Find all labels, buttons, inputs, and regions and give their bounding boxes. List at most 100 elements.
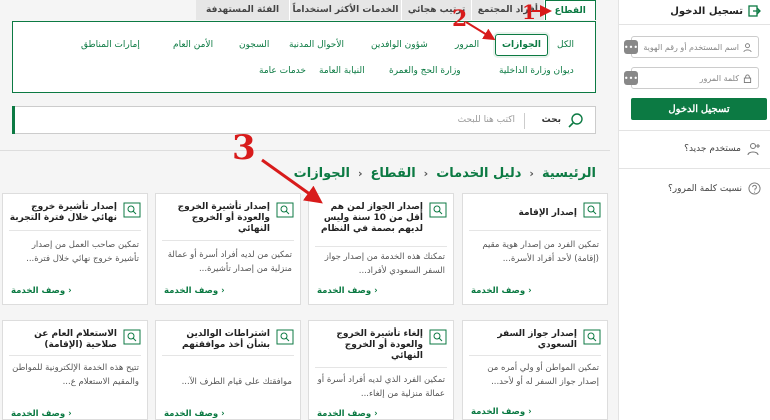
service-card-parents-consent[interactable]: اشتراطات الوالدين بشأن أخذ موافقتهم مواف… — [155, 320, 301, 420]
details-label: وصف الخدمة — [11, 409, 66, 419]
more-dots-icon[interactable]: ••• — [624, 71, 638, 85]
annotation-number-2: 2 — [452, 6, 468, 32]
service-search-icon — [429, 202, 447, 218]
breadcrumb-separator: › — [529, 167, 534, 180]
service-card-iqama-validity[interactable]: الاستعلام العام عن صلاحية (الإقامة) تتيح… — [2, 320, 148, 420]
service-search-icon — [276, 329, 294, 345]
new-user-link[interactable]: مستخدم جديد؟ — [684, 142, 761, 156]
details-label: وصف الخدمة — [11, 286, 66, 296]
forgot-label: نسيت كلمة المرور؟ — [668, 183, 742, 194]
filter-tabs: القطاع أفراد المجتمع ترتيب هجائي الخدمات… — [195, 0, 596, 20]
breadcrumb-home[interactable]: الرئيسية — [542, 166, 596, 181]
annotation-number-3: 3 — [232, 128, 256, 168]
password-placeholder: كلمة المرور — [699, 73, 739, 83]
service-search-icon — [123, 329, 141, 345]
card-details-link[interactable]: ‹ وصف الخدمة — [164, 286, 225, 296]
card-title: إصدار تأشيرة خروج نهائي خلال فترة التجرب… — [9, 202, 117, 223]
category-prisons[interactable]: السجون — [239, 40, 269, 50]
search-icon[interactable] — [567, 112, 585, 128]
category-public-prosecution[interactable]: النيابة العامة — [319, 66, 365, 76]
card-description: موافقتك على قيام الطرف الآ... — [181, 377, 292, 387]
question-icon — [748, 182, 761, 195]
service-card-cancel-exit-visa[interactable]: إلغاء تأشيرة الخروج والعودة أو الخروج ال… — [308, 320, 454, 420]
details-label: وصف الخدمة — [471, 286, 526, 296]
card-description: تمكين الفرد الذي لديه أفراد أسرة أو عمال… — [317, 375, 445, 399]
service-card-passport-under-10[interactable]: إصدار الجواز لمن هم أقل من 10 سنة وليس ل… — [308, 193, 454, 305]
details-label: وصف الخدمة — [164, 409, 219, 419]
category-public-security[interactable]: الأمن العام — [173, 40, 213, 50]
breadcrumb: الرئيسية › دليل الخدمات › القطاع › الجوا… — [294, 166, 596, 181]
card-title: إصدار تأشيرة الخروج والعودة أو الخروج ال… — [177, 202, 270, 234]
card-details-link[interactable]: ‹ وصف الخدمة — [471, 407, 532, 417]
card-divider — [469, 355, 601, 356]
card-description: تمكين الفرد من إصدار هوية مقيم (إقامة) ل… — [482, 240, 599, 264]
login-divider — [619, 130, 770, 131]
card-divider — [469, 230, 601, 231]
category-civil-affairs[interactable]: الأحوال المدنية — [289, 40, 344, 50]
search-separator — [524, 113, 525, 129]
service-card-issue-saudi-passport[interactable]: إصدار جواز السفر السعودي تمكين المواطن أ… — [462, 320, 608, 420]
category-regional-emirates[interactable]: إمارات المناطق — [81, 40, 140, 50]
category-passports[interactable]: الجوازات — [495, 34, 548, 56]
service-card-final-exit-probation[interactable]: إصدار تأشيرة خروج نهائي خلال فترة التجرب… — [2, 193, 148, 305]
details-label: وصف الخدمة — [471, 407, 526, 417]
user-icon — [743, 42, 752, 52]
card-description: تتيح هذه الخدمة الإلكترونية للمواطن والم… — [12, 363, 139, 387]
category-moi-office[interactable]: ديوان وزارة الداخلية — [499, 66, 574, 76]
more-dots-icon[interactable]: ••• — [624, 40, 638, 54]
breadcrumb-service-guide[interactable]: دليل الخدمات — [436, 166, 521, 181]
service-search-icon — [583, 329, 601, 345]
category-traffic[interactable]: المرور — [455, 40, 479, 50]
card-divider — [162, 355, 294, 356]
login-button[interactable]: تسجيل الدخول — [631, 98, 767, 120]
card-details-link[interactable]: ‹ وصف الخدمة — [11, 286, 72, 296]
card-title: إصدار الإقامة — [518, 208, 577, 218]
card-divider — [315, 367, 447, 368]
lock-icon — [743, 73, 752, 83]
service-search-icon — [429, 329, 447, 345]
service-card-issue-iqama[interactable]: إصدار الإقامة تمكين الفرد من إصدار هوية … — [462, 193, 608, 305]
service-search-icon — [583, 202, 601, 218]
card-description: تمكين من لديه أفراد أسرة أو عمالة منزلية… — [167, 250, 292, 274]
add-user-icon — [747, 143, 760, 156]
category-expat-affairs[interactable]: شؤون الوافدين — [371, 40, 428, 50]
card-details-link[interactable]: ‹ وصف الخدمة — [317, 409, 378, 419]
card-details-link[interactable]: ‹ وصف الخدمة — [164, 409, 225, 419]
category-general-services[interactable]: خدمات عامة — [259, 66, 306, 76]
card-title: اشتراطات الوالدين بشأن أخذ موافقتهم — [182, 329, 270, 350]
tab-sector[interactable]: القطاع — [544, 0, 596, 20]
password-field[interactable]: ••• كلمة المرور — [624, 67, 759, 89]
breadcrumb-separator: › — [358, 167, 363, 180]
login-divider — [619, 24, 770, 25]
search-accent-bar — [12, 106, 15, 134]
tab-most-used[interactable]: الخدمات الأكثر استخداماً — [290, 0, 402, 20]
section-divider — [0, 150, 610, 151]
card-divider — [9, 355, 141, 356]
service-search-icon — [123, 202, 141, 218]
service-card-exit-reentry-visa[interactable]: إصدار تأشيرة الخروج والعودة أو الخروج ال… — [155, 193, 301, 305]
forgot-password-link[interactable]: نسيت كلمة المرور؟ — [668, 182, 761, 195]
card-divider — [315, 246, 447, 247]
card-details-link[interactable]: ‹ وصف الخدمة — [471, 286, 532, 296]
search-input[interactable]: اكتب هنا للبحث — [458, 115, 515, 125]
card-divider — [9, 230, 141, 231]
details-label: وصف الخدمة — [317, 286, 372, 296]
annotation-number-1: 1 — [522, 0, 536, 24]
login-header: تسجيل الدخول — [670, 0, 761, 22]
new-user-label: مستخدم جديد؟ — [684, 144, 741, 154]
username-placeholder: اسم المستخدم أو رقم الهوية — [643, 42, 739, 52]
category-hajj-umrah[interactable]: وزارة الحج والعمرة — [389, 66, 461, 76]
card-title: إلغاء تأشيرة الخروج والعودة أو الخروج ال… — [336, 329, 423, 361]
tab-target-group[interactable]: الفئة المستهدفة — [195, 0, 291, 20]
card-details-link[interactable]: ‹ وصف الخدمة — [11, 409, 72, 419]
service-search-icon — [276, 202, 294, 218]
card-details-link[interactable]: ‹ وصف الخدمة — [317, 286, 378, 296]
details-label: وصف الخدمة — [164, 286, 219, 296]
username-field[interactable]: ••• اسم المستخدم أو رقم الهوية — [624, 36, 759, 58]
card-divider — [162, 240, 294, 241]
breadcrumb-sector[interactable]: القطاع — [371, 166, 416, 181]
login-divider — [619, 168, 770, 169]
breadcrumb-current: الجوازات — [293, 166, 350, 181]
category-all[interactable]: الكل — [557, 40, 574, 50]
login-title: تسجيل الدخول — [670, 5, 743, 17]
